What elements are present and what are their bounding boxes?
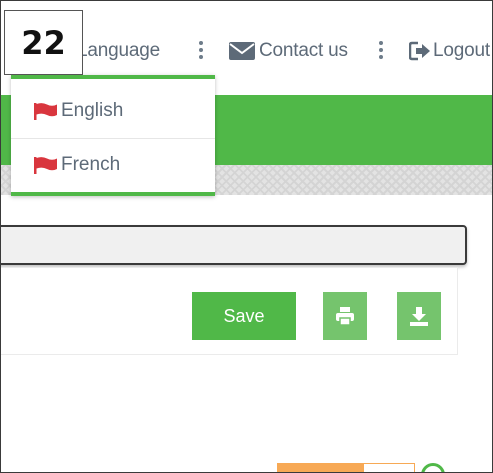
- language-option-label: French: [61, 154, 121, 175]
- save-button[interactable]: Save: [192, 292, 296, 340]
- print-button[interactable]: [323, 292, 367, 340]
- step-number-badge: 22: [4, 10, 83, 75]
- contact-us-link[interactable]: Contact us: [229, 38, 348, 64]
- app-window: Language Contact us Logout English Frenc…: [0, 0, 493, 473]
- download-icon: [410, 307, 428, 326]
- envelope-icon: [229, 42, 255, 60]
- partial-circle-icon[interactable]: [421, 463, 445, 472]
- language-option-label: English: [61, 99, 124, 121]
- language-option-english[interactable]: English: [11, 83, 215, 139]
- partial-status-bar: [277, 463, 367, 472]
- logout-icon: [409, 41, 430, 61]
- language-menu-toggle[interactable]: Language: [77, 38, 160, 64]
- printer-icon: [336, 307, 354, 326]
- logout-label: Logout: [433, 40, 490, 61]
- partial-text-row: [27, 467, 147, 472]
- step-number: 22: [21, 23, 66, 62]
- vertical-dots-separator: [199, 41, 203, 59]
- partial-input[interactable]: [363, 463, 415, 472]
- flag-icon: [34, 102, 57, 120]
- language-label: Language: [77, 40, 160, 61]
- download-button[interactable]: [397, 292, 441, 340]
- language-option-french[interactable]: French: [11, 137, 215, 193]
- vertical-dots-separator: [379, 41, 383, 59]
- language-dropdown-menu: English French: [11, 75, 215, 196]
- search-input[interactable]: [1, 225, 467, 265]
- logout-link[interactable]: Logout: [409, 38, 490, 64]
- flag-icon: [34, 157, 57, 174]
- contact-us-label: Contact us: [259, 40, 348, 61]
